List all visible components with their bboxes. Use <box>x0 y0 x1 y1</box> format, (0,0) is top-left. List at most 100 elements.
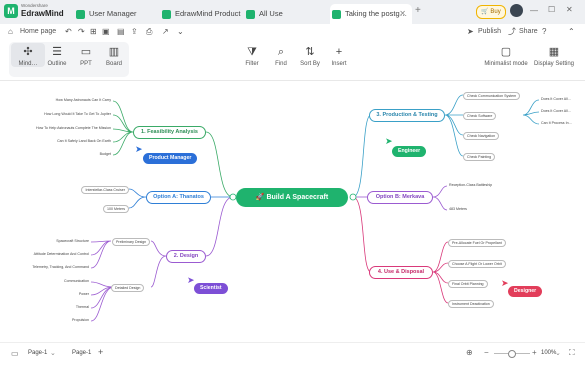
file-icon <box>162 9 171 19</box>
insert-label: Insert <box>331 61 347 67</box>
fit-icon[interactable]: ⊕ <box>466 348 473 357</box>
display-setting-button[interactable]: ▦ Display Setting <box>532 43 576 67</box>
leaf-carry[interactable]: How Many Astronauts Can It Carry <box>56 98 111 102</box>
add-page-button[interactable]: + <box>98 347 103 357</box>
zoom-slider-handle[interactable] <box>508 350 516 358</box>
ribbon-toolbar: ✣ Mind… ☰ Outline ▭ PPT ▥ Board ⧩ Filter ⌕ Fin… <box>0 40 585 81</box>
branch-option-b[interactable]: Option B: Merkava <box>367 191 433 204</box>
leaf-final-orbit[interactable]: Final Orbit Planning <box>448 280 488 288</box>
cart-icon: 🛒 <box>481 9 489 15</box>
branch-use-disposal[interactable]: 4. Use & Disposal <box>369 266 433 279</box>
collapse-ribbon-icon[interactable]: ⌃ <box>568 25 575 39</box>
leaf-power[interactable]: Power <box>79 292 89 296</box>
redo-icon[interactable]: ↷ <box>78 25 85 39</box>
page-panel-icon[interactable]: ▭ <box>11 349 19 358</box>
share-button[interactable]: Share <box>519 25 538 39</box>
title-bar: M Wondershare EdrawMind User Manager Edr… <box>0 0 585 25</box>
central-topic[interactable]: 🚀 Build A Spacecraft <box>236 188 348 207</box>
leaf-telemetry[interactable]: Telemetry, Tracking, And Command <box>32 265 89 269</box>
app-logo-icon: M <box>4 4 18 18</box>
leaf-budget[interactable]: Budget <box>100 152 111 156</box>
minimize-icon[interactable]: — <box>530 6 538 15</box>
board-icon: ▥ <box>108 46 120 58</box>
rocket-icon: 🚀 <box>255 194 265 201</box>
fullscreen-icon[interactable]: ⛶ <box>569 348 575 358</box>
ppt-label: PPT <box>80 61 92 67</box>
leaf-check-communication[interactable]: Check Communication System <box>463 92 521 100</box>
buy-label: Buy <box>490 9 501 15</box>
more-icon[interactable]: ⌄ <box>177 25 184 39</box>
share-icon: ⤴ <box>508 27 516 36</box>
leaf-software-3[interactable]: Can It Process In… <box>541 121 572 125</box>
branch-feasibility-analysis[interactable]: 1. Feasibility Analysis <box>133 126 206 139</box>
undo-icon[interactable]: ↶ <box>65 25 72 39</box>
branch-design[interactable]: 2. Design <box>166 250 206 263</box>
status-bar: ▭ Page-1 ⌄ Page-1 + ⊕ − + 100% ⌄ ⛶ <box>0 342 585 365</box>
branch-production-testing[interactable]: 3. Production & Testing <box>369 109 445 122</box>
maximize-icon[interactable]: ☐ <box>548 5 555 14</box>
sortby-label: Sort By <box>300 61 320 67</box>
zoom-out-icon[interactable]: − <box>484 348 489 357</box>
display-icon: ▦ <box>548 46 560 58</box>
leaf-deactivation[interactable]: Instrument Deactivation <box>448 300 494 308</box>
page-selector[interactable]: Page-1 <box>28 350 47 356</box>
leaf-483m[interactable]: 483 Meters <box>449 207 467 211</box>
insert-button[interactable]: + Insert <box>322 43 356 67</box>
buy-button[interactable]: 🛒 Buy <box>476 5 506 19</box>
leaf-orbit[interactable]: Choose A Flight Or Lower Orbit <box>448 260 506 268</box>
leaf-attitude[interactable]: Attitude Determination And Control <box>34 252 89 256</box>
home-icon[interactable]: ⌂ <box>8 25 13 39</box>
leaf-100m[interactable]: 100 Meters <box>103 205 129 213</box>
home-page-link[interactable]: Home page <box>20 25 56 39</box>
leaf-fuel[interactable]: Pre-Allocate Fuel Or Propellant <box>448 239 506 247</box>
publish-button[interactable]: Publish <box>478 25 501 39</box>
leaf-propulsion[interactable]: Propulsion <box>72 318 89 322</box>
zoom-dropdown-icon[interactable]: ⌄ <box>555 349 561 357</box>
sub-preliminary-design[interactable]: Preliminary Design <box>112 238 151 246</box>
cursor-designer-icon: ➤ <box>501 278 509 288</box>
chevron-down-icon[interactable]: ⌄ <box>50 349 56 357</box>
leaf-communication[interactable]: Communication <box>64 279 89 283</box>
tab-user-manager[interactable]: User Manager <box>76 4 156 24</box>
leaf-jupiter[interactable]: How Long Would It Take To Get To Jupiter <box>44 112 111 116</box>
leaf-thermal[interactable]: Thermal <box>76 305 89 309</box>
avatar[interactable] <box>510 4 523 17</box>
mindmap-canvas[interactable]: 🚀 Build A Spacecraft 1. Feasibility Anal… <box>11 84 581 340</box>
sub-detailed-design[interactable]: Detailed Design <box>111 284 145 292</box>
minimalist-mode-button[interactable]: ▢ Minimalist mode <box>483 43 529 67</box>
leaf-check-navigation[interactable]: Check Navigation <box>463 132 500 140</box>
page-tab[interactable]: Page-1 <box>72 350 91 356</box>
branch-option-a[interactable]: Option A: Thanatos <box>146 191 211 204</box>
file-icon <box>76 9 85 19</box>
leaf-mission[interactable]: How To Help Astronauts Complete The Miss… <box>36 126 111 130</box>
leaf-structure[interactable]: Spacecraft Structure <box>56 239 89 243</box>
help-icon[interactable]: ? <box>542 25 546 39</box>
leaf-software-2[interactable]: Does It Cover All… <box>541 109 571 113</box>
new-file-icon[interactable]: ⊞ <box>90 25 97 39</box>
central-topic-label: Build A Spacecraft <box>266 194 329 201</box>
leaf-software-1[interactable]: Does It Cover All… <box>541 97 571 101</box>
badge-product-manager: Product Manager <box>143 153 198 164</box>
leaf-cruiser[interactable]: Interstellar-Class Cruiser <box>81 186 129 194</box>
save-icon[interactable]: ▤ <box>117 25 125 39</box>
leaf-land[interactable]: Can It Safely Land Back On Earth <box>57 139 111 143</box>
export-icon[interactable]: ⇪ <box>131 25 138 39</box>
tab-taking-the-postg[interactable]: Taking the postg… ✕ <box>330 4 412 24</box>
close-window-icon[interactable]: ✕ <box>566 5 573 14</box>
new-tab-button[interactable]: + <box>415 5 421 16</box>
tab-all-use[interactable]: All Use <box>246 4 326 24</box>
filter-label: Filter <box>245 61 259 67</box>
leaf-check-painting[interactable]: Check Painting <box>463 153 496 161</box>
zoom-in-icon[interactable]: + <box>532 348 537 357</box>
tab-edrawmind-product[interactable]: EdrawMind Product <box>162 4 246 24</box>
leaf-check-software[interactable]: Check Software <box>463 112 497 120</box>
quick-access-bar: ⌂ Home page ↶ ↷ ⊞ ▣ ▤ ⇪ ⎙ ↗ ⌄ ➤ Publish … <box>0 24 585 40</box>
print-icon[interactable]: ⎙ <box>146 25 152 39</box>
close-icon[interactable]: ✕ <box>399 4 406 24</box>
open-icon[interactable]: ▣ <box>102 25 110 39</box>
board-view-button[interactable]: ▥ Board <box>97 43 131 67</box>
leaf-battleship[interactable]: Reception-Class Battleship <box>449 183 492 187</box>
share-file-icon[interactable]: ↗ <box>162 25 169 39</box>
tab-label: User Manager <box>89 9 137 18</box>
board-label: Board <box>105 61 122 67</box>
